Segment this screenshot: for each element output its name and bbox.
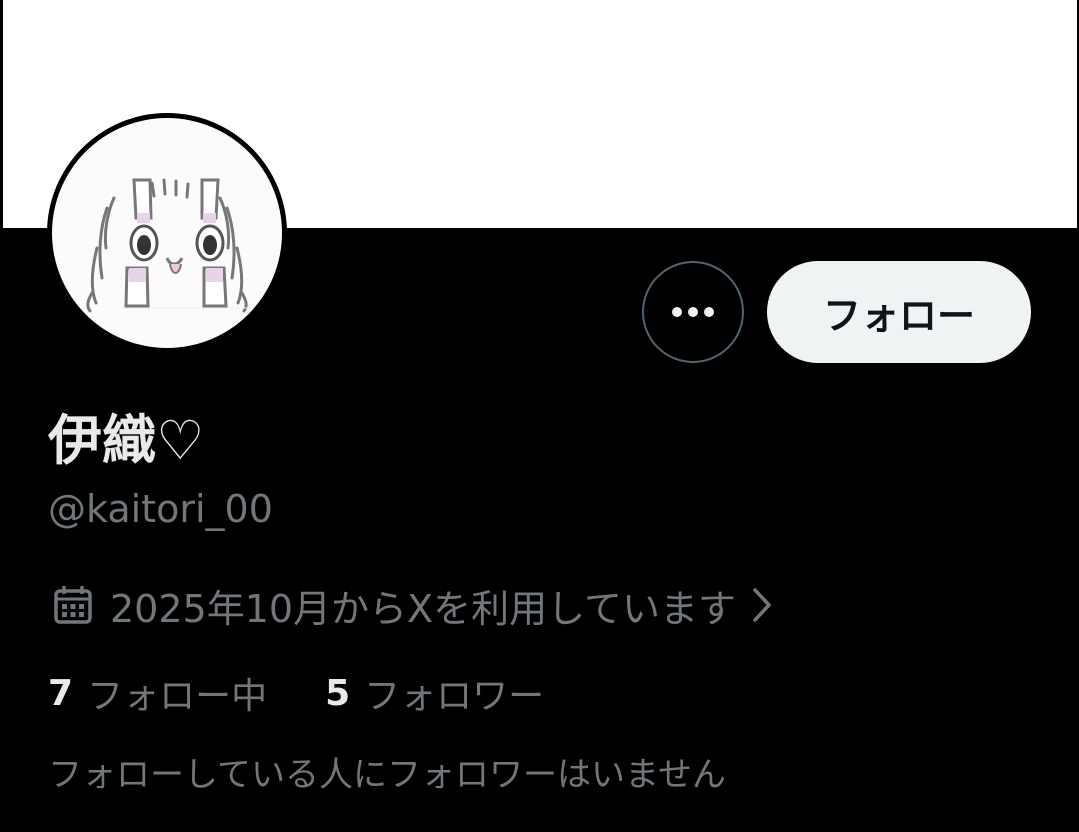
avatar-image xyxy=(52,118,282,348)
joined-date-link[interactable]: 2025年10月からXを利用しています xyxy=(52,579,774,631)
following-label: フォロー中 xyxy=(87,676,268,717)
user-handle: @kaitori_00 xyxy=(48,487,273,531)
following-link[interactable]: 7 フォロー中 xyxy=(48,667,267,719)
more-options-button[interactable] xyxy=(642,261,744,363)
follow-stats: 7 フォロー中 5 フォロワー xyxy=(48,668,544,718)
followers-you-know-text: フォローしている人にフォロワーはいません xyxy=(48,755,726,795)
calendar-icon xyxy=(52,584,94,626)
more-horizontal-icon xyxy=(672,307,714,317)
bunny-drawing-icon xyxy=(86,178,252,313)
chevron-right-icon xyxy=(750,586,774,624)
following-count: 7 xyxy=(48,672,74,714)
display-name: 伊織♡ xyxy=(48,409,205,472)
avatar[interactable] xyxy=(47,113,287,353)
follow-button[interactable]: フォロー xyxy=(767,261,1031,363)
joined-date-text: 2025年10月からXを利用しています xyxy=(110,586,736,631)
followers-label: フォロワー xyxy=(364,676,545,717)
followers-link[interactable]: 5 フォロワー xyxy=(325,667,544,719)
followers-count: 5 xyxy=(325,672,351,714)
